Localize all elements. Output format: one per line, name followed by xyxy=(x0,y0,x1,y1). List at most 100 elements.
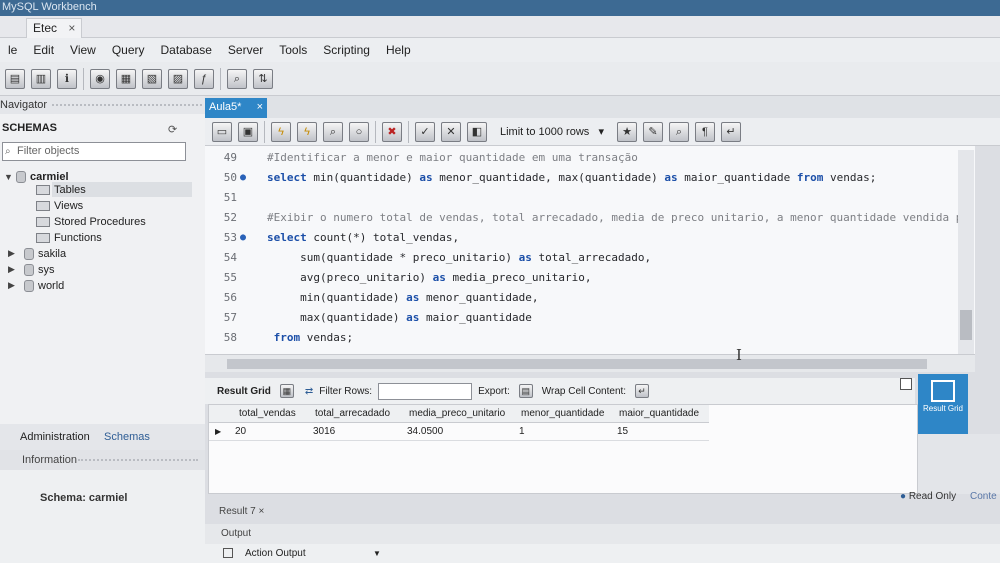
expand-arrow-icon[interactable]: ▶ xyxy=(8,280,15,291)
scrollbar-thumb[interactable] xyxy=(227,359,927,369)
stop-on-error-icon[interactable]: ✖ xyxy=(382,121,402,142)
table-row[interactable]: ▶ 20 3016 34.0500 1 15 xyxy=(209,423,709,441)
invisible-chars-icon[interactable]: ¶ xyxy=(695,121,715,142)
output-type-select[interactable]: Action Output ▼ xyxy=(205,544,1000,563)
context-help-tab[interactable]: Conte xyxy=(970,491,997,502)
table-cell[interactable]: 20 xyxy=(235,423,246,441)
filter-rows-input[interactable] xyxy=(378,382,473,400)
table-cell[interactable]: 1 xyxy=(519,423,525,441)
close-icon[interactable]: × xyxy=(68,21,75,35)
code-line[interactable]: 55 avg(preco_unitario) as media_preco_un… xyxy=(205,268,975,288)
tree-item-sakila[interactable]: sakila xyxy=(24,247,66,261)
header-grip xyxy=(52,104,202,106)
code-line[interactable]: 58 from vendas; xyxy=(205,328,975,348)
code-line[interactable]: 51 xyxy=(205,188,975,208)
expand-arrow-icon[interactable]: ▼ xyxy=(4,172,13,182)
code-line[interactable]: 57 max(quantidade) as maior_quantidade xyxy=(205,308,975,328)
result-grid-label[interactable]: Result Grid xyxy=(217,386,271,397)
beautify-icon[interactable]: ✎ xyxy=(643,121,663,142)
code-line[interactable]: 52 #Exibir o numero total de vendas, tota… xyxy=(205,208,975,228)
search-table-data-icon[interactable]: ⌕ xyxy=(227,68,247,89)
tree-item-views[interactable]: Views xyxy=(36,199,83,213)
column-header[interactable]: total_arrecadado xyxy=(315,405,390,423)
tree-item-sys[interactable]: sys xyxy=(24,263,55,277)
menu-file[interactable]: le xyxy=(8,43,17,57)
table-cell[interactable]: 15 xyxy=(617,423,628,441)
reconnect-icon[interactable]: ⇅ xyxy=(253,68,273,89)
word-wrap-icon[interactable]: ↵ xyxy=(721,121,741,142)
menu-database[interactable]: Database xyxy=(161,43,212,57)
code-line[interactable]: 53 ● select count(*) total_vendas, xyxy=(205,228,975,248)
expand-arrow-icon[interactable]: ▶ xyxy=(8,264,15,275)
save-icon[interactable]: ▣ xyxy=(238,121,258,142)
tab-aula5[interactable]: Aula5* × xyxy=(205,98,267,118)
information-header: Information xyxy=(0,450,205,470)
menu-query[interactable]: Query xyxy=(112,43,145,57)
inspector-icon[interactable]: ℹ xyxy=(57,68,77,89)
find-icon[interactable]: ⌕ xyxy=(669,121,689,142)
execute-current-icon[interactable]: ϟ xyxy=(297,121,317,142)
autocommit-icon[interactable]: ◧ xyxy=(467,121,487,142)
toggle-panel-icon[interactable] xyxy=(900,378,912,390)
new-sql-tab-icon[interactable]: ▤ xyxy=(5,68,25,89)
add-snippet-icon[interactable]: ★ xyxy=(617,121,637,142)
code-line[interactable]: 56 min(quantidade) as menor_quantidade, xyxy=(205,288,975,308)
sql-editor-toolbar: ▭ ▣ ϟ ϟ ⌕ ○ ✖ ✓ ✕ ◧ Limit to 1000 rows ▾… xyxy=(205,118,1000,146)
code-text: sum(quantidade * preco_unitario) as tota… xyxy=(267,248,651,268)
rollback-icon[interactable]: ✕ xyxy=(441,121,461,142)
stop-icon[interactable]: ○ xyxy=(349,121,369,142)
menu-scripting[interactable]: Scripting xyxy=(323,43,370,57)
column-header[interactable]: menor_quantidade xyxy=(521,405,604,423)
code-line[interactable]: 54 sum(quantidade * preco_unitario) as t… xyxy=(205,248,975,268)
result-grid[interactable]: total_vendas total_arrecadado media_prec… xyxy=(208,404,918,494)
filter-objects-input[interactable]: ⌕ Filter objects xyxy=(2,142,186,161)
menu-help[interactable]: Help xyxy=(386,43,411,57)
tab-administration[interactable]: Administration xyxy=(20,431,90,443)
tree-item-stored-procedures[interactable]: Stored Procedures xyxy=(36,215,146,229)
wrap-cell-icon[interactable]: ↵ xyxy=(635,384,650,398)
sql-token: total_arrecadado, xyxy=(531,251,652,264)
tree-item-functions[interactable]: Functions xyxy=(36,231,102,245)
table-cell[interactable]: 34.0500 xyxy=(407,423,443,441)
code-line[interactable]: 50 ● select min(quantidade) as menor_quant… xyxy=(205,168,975,188)
explain-icon[interactable]: ⌕ xyxy=(323,121,343,142)
menu-edit[interactable]: Edit xyxy=(33,43,54,57)
expand-arrow-icon[interactable]: ▶ xyxy=(8,248,15,259)
tab-schemas[interactable]: Schemas xyxy=(104,431,150,443)
code-line[interactable]: 49 #Identificar a menor e maior quantidad… xyxy=(205,148,975,168)
open-sql-script-icon[interactable]: ▥ xyxy=(31,68,51,89)
create-procedure-icon[interactable]: ▨ xyxy=(168,68,188,89)
menu-tools[interactable]: Tools xyxy=(279,43,307,57)
execute-icon[interactable]: ϟ xyxy=(271,121,291,142)
tree-item-world[interactable]: world xyxy=(24,279,64,293)
menu-server[interactable]: Server xyxy=(228,43,263,57)
refresh-icon[interactable]: ⟳ xyxy=(168,123,177,136)
create-view-icon[interactable]: ▧ xyxy=(142,68,162,89)
tab-result-7[interactable]: Result 7 × xyxy=(219,506,264,517)
create-schema-icon[interactable]: ◉ xyxy=(90,68,110,89)
column-header[interactable]: media_preco_unitario xyxy=(409,405,505,423)
tree-item-tables[interactable]: Tables xyxy=(36,183,86,197)
sql-code-editor[interactable]: 49 #Identificar a menor e maior quantidad… xyxy=(205,146,975,354)
create-table-icon[interactable]: ▦ xyxy=(116,68,136,89)
table-cell[interactable]: 3016 xyxy=(313,423,335,441)
refresh-icon[interactable]: ⇄ xyxy=(305,386,313,397)
editor-vertical-scrollbar[interactable] xyxy=(958,150,974,354)
close-icon[interactable]: × xyxy=(257,98,263,116)
export-icon[interactable]: ▤ xyxy=(518,384,533,398)
connection-tab[interactable]: Etec × xyxy=(26,18,83,38)
menu-view[interactable]: View xyxy=(70,43,96,57)
column-header[interactable]: maior_quantidade xyxy=(619,405,699,423)
limit-rows-select[interactable]: Limit to 1000 rows ▾ xyxy=(496,123,608,141)
editor-horizontal-scrollbar[interactable] xyxy=(205,354,975,372)
chevron-down-icon: ▼ xyxy=(373,549,381,558)
column-header[interactable]: total_vendas xyxy=(239,405,296,423)
create-function-icon[interactable]: ƒ xyxy=(194,68,214,89)
scrollbar-thumb[interactable] xyxy=(960,310,972,340)
commit-icon[interactable]: ✓ xyxy=(415,121,435,142)
close-icon[interactable]: × xyxy=(258,506,264,517)
open-file-icon[interactable]: ▭ xyxy=(212,121,232,142)
grid-icon[interactable]: ▦ xyxy=(279,384,294,398)
tree-item-carmiel[interactable]: carmiel xyxy=(16,170,69,184)
result-grid-side-button[interactable]: Result Grid xyxy=(918,374,968,434)
